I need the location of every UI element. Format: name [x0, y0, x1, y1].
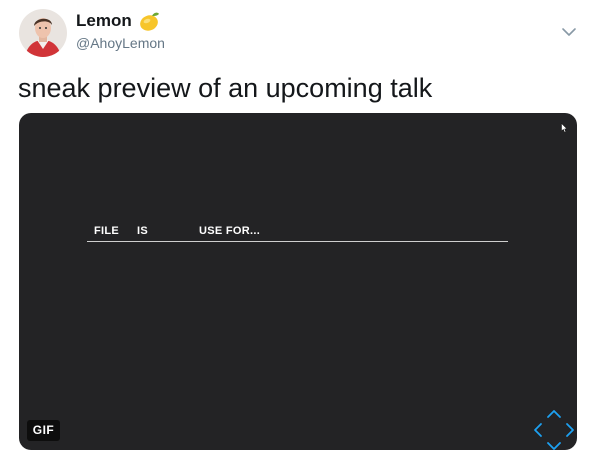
- column-header-is: IS: [137, 225, 148, 237]
- column-header-use-for: USE FOR...: [199, 225, 261, 237]
- gif-badge: GIF: [27, 420, 60, 441]
- avatar[interactable]: [19, 9, 67, 57]
- author-info[interactable]: Lemon @AhoyLemon: [76, 9, 165, 51]
- chevron-down-icon[interactable]: [561, 26, 577, 38]
- display-name[interactable]: Lemon: [76, 11, 132, 31]
- gif-media[interactable]: FILE IS USE FOR... GIF: [19, 113, 577, 450]
- column-header-file: FILE: [94, 225, 120, 237]
- tweet-text: sneak preview of an upcoming talk: [18, 73, 433, 103]
- table-header: FILE IS USE FOR...: [87, 223, 508, 242]
- cursor-icon: [561, 123, 568, 133]
- expand-icon[interactable]: [533, 409, 575, 450]
- avatar-image: [19, 9, 67, 57]
- lemon-icon: [139, 12, 159, 31]
- user-handle[interactable]: @AhoyLemon: [76, 35, 165, 51]
